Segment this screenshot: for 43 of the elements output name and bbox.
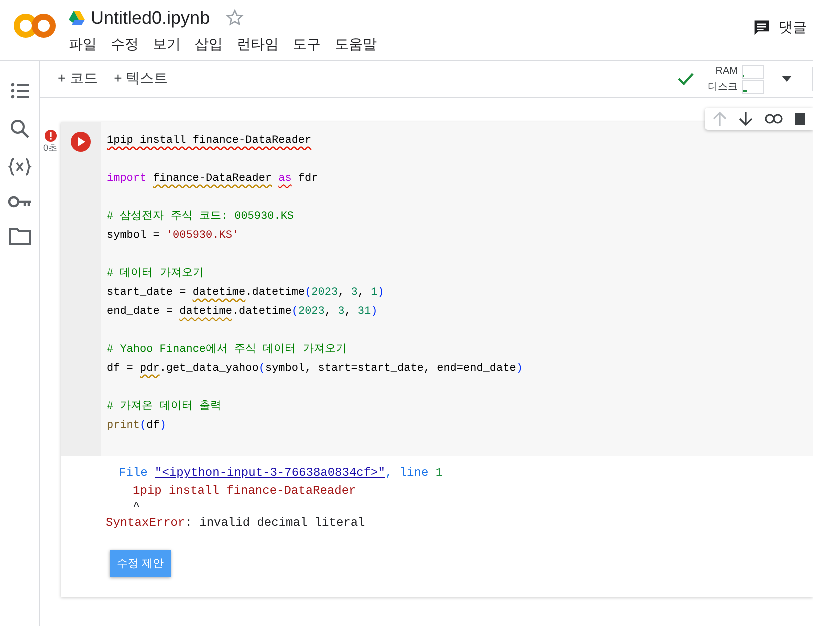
code-line: # 삼성전자 주식 코드: 005930.KS xyxy=(107,211,294,223)
search-icon[interactable] xyxy=(10,119,30,139)
menu-item[interactable]: 수정 xyxy=(111,36,139,54)
move-down-icon[interactable] xyxy=(739,111,753,127)
dropdown-icon[interactable] xyxy=(782,76,792,82)
star-icon[interactable] xyxy=(226,9,244,27)
notebook-title[interactable]: Untitled0.ipynb xyxy=(91,8,210,28)
run-button[interactable] xyxy=(71,132,91,152)
add-cell-button[interactable]: + 코드 xyxy=(54,68,102,90)
code-line: # 데이터 가져오기 xyxy=(107,268,204,280)
execution-time: 0초 xyxy=(43,142,58,155)
traceback-line: File "<ipython-input-3-76638a0834cf>", line 1 xyxy=(119,466,444,480)
menu-item[interactable]: 삽입 xyxy=(195,36,223,54)
menu-item[interactable]: 보기 xyxy=(153,36,181,54)
resource-meter[interactable] xyxy=(742,80,764,94)
menu-item[interactable]: 파일 xyxy=(69,36,97,54)
menu-item[interactable]: 런타임 xyxy=(237,36,279,54)
menu-item[interactable]: 도구 xyxy=(293,36,321,54)
add-cell-button[interactable]: + 텍스트 xyxy=(110,68,172,90)
drive-icon xyxy=(69,11,85,25)
code-line: # 가져온 데이터 출력 xyxy=(107,401,222,413)
code-line: # Yahoo Finance에서 주식 데이터 가져오기 xyxy=(107,344,347,356)
link-icon[interactable] xyxy=(765,114,783,124)
resource-label: RAM xyxy=(716,66,738,77)
error-source-line: 1pip install finance-DataReader xyxy=(133,484,356,498)
menu-item[interactable]: 도움말 xyxy=(335,36,377,54)
error-caret: ^ xyxy=(133,500,140,514)
code-line: start_date = datetime.datetime(2023, 3, 1) xyxy=(107,287,384,299)
table-of-contents-icon[interactable] xyxy=(10,81,30,101)
key-icon[interactable] xyxy=(8,195,32,209)
comment-button[interactable]: 댓글 xyxy=(753,17,807,39)
code-line: print(df) xyxy=(107,420,166,432)
resource-label: 디스크 xyxy=(708,80,738,94)
variables-icon[interactable] xyxy=(8,157,32,177)
folder-icon[interactable] xyxy=(8,227,30,245)
file-link[interactable]: "<ipython-input-3-76638a0834cf>" xyxy=(155,466,386,480)
code-line: import finance-DataReader as fdr xyxy=(107,173,318,185)
logo-icon[interactable] xyxy=(13,12,57,40)
code-line: end_date = datetime.datetime(2023, 3, 31) xyxy=(107,306,378,318)
error-message: SyntaxError: invalid decimal literal xyxy=(106,516,366,530)
code-line: symbol = '005930.KS' xyxy=(107,230,240,242)
code-line: 1pip install finance-DataReader xyxy=(107,135,312,147)
code-line: df = pdr.get_data_yahoo(symbol, start=start_date, end=end_date) xyxy=(107,363,523,375)
